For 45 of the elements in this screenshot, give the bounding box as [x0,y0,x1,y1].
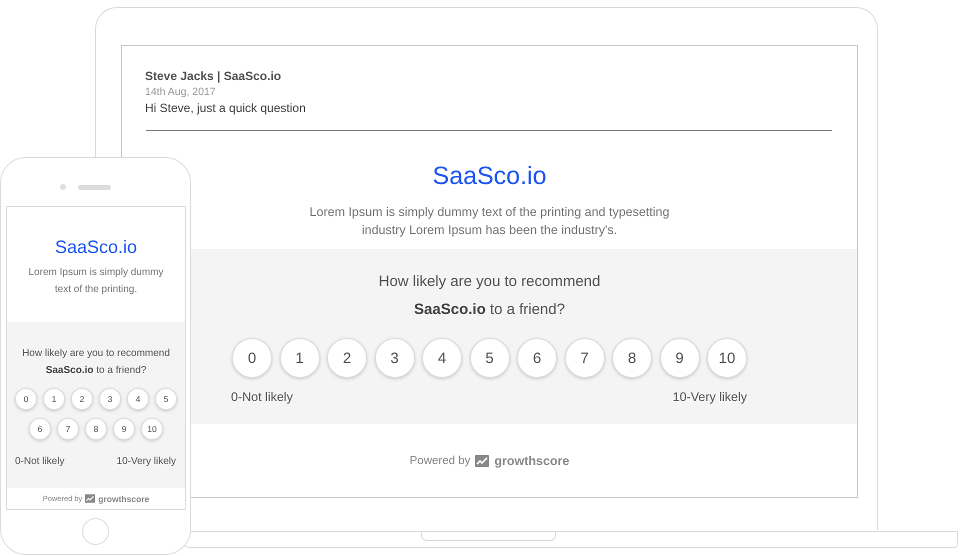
low-label: 0-Not likely [15,456,64,467]
provider-name: growthscore [494,454,570,468]
score-button[interactable]: 4 [127,388,149,410]
score-button[interactable]: 9 [113,418,135,440]
score-button[interactable]: 6 [29,418,51,440]
score-button[interactable]: 1 [280,338,320,378]
score-button[interactable]: 3 [99,388,121,410]
question-text: How likely are you to recommend [378,272,600,292]
description-text: Lorem Ipsum is simply dummy text of the printing. [27,266,165,297]
score-button[interactable]: 0 [232,338,272,378]
provider-name: growthscore [98,494,150,504]
chart-logo-icon [475,454,490,466]
score-button[interactable]: 10 [141,418,163,440]
brand-title: SaaSco.io [54,236,138,258]
question-text: SaaSco.io to a friend? [46,364,146,378]
email-subject: Hi Steve, just a quick question [145,100,307,116]
email-date: 14th Aug, 2017 [145,85,217,100]
score-button[interactable]: 8 [85,418,107,440]
score-button[interactable]: 10 [707,338,747,378]
high-label: 10-Very likely [672,390,747,404]
score-button[interactable]: 1 [43,388,65,410]
score-button[interactable]: 6 [517,338,557,378]
camera-dot [60,184,66,190]
score-button[interactable]: 9 [660,338,700,378]
high-label: 10-Very likely [116,456,176,467]
score-button[interactable]: 7 [564,338,604,378]
score-button[interactable]: 0 [15,388,37,410]
question-text: SaaSco.io to a friend? [414,300,565,320]
score-button[interactable]: 4 [422,338,462,378]
score-button[interactable]: 8 [612,338,652,378]
score-button[interactable]: 3 [374,338,414,378]
description-text: Lorem Ipsum is simply dummy text of the printing and typesetting industry Lorem Ipsum has been the industry's. [308,204,670,239]
score-button[interactable]: 5 [155,388,177,410]
low-label: 0-Not likely [231,390,293,404]
score-button[interactable]: 2 [327,338,367,378]
score-button[interactable]: 5 [470,338,510,378]
question-text: How likely are you to recommend [22,347,170,361]
email-sender: Steve Jacks | SaaSco.io [145,68,282,84]
brand-title: SaaSco.io [432,161,546,191]
home-button[interactable] [82,518,109,545]
powered-by-text: Powered by [410,454,470,466]
score-button[interactable]: 7 [57,418,79,440]
speaker-grill [78,185,111,190]
score-button[interactable]: 2 [71,388,93,410]
chart-logo-icon [85,494,96,503]
